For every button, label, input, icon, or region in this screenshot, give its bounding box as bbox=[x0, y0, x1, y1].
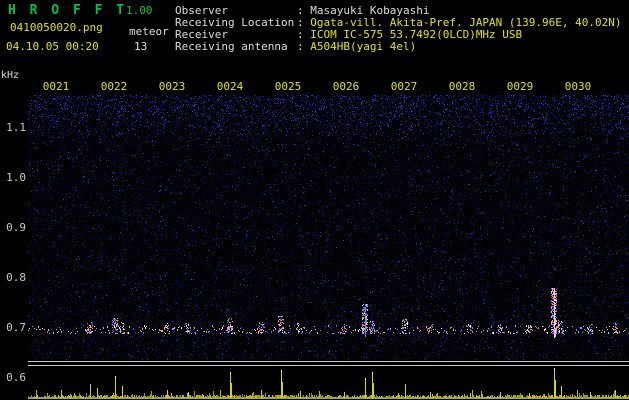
time-tick-label: 0021 bbox=[42, 80, 70, 93]
separator-line-top bbox=[28, 361, 629, 362]
echo-count: 13 bbox=[134, 40, 148, 53]
output-filename: 0410050020.png bbox=[10, 21, 103, 34]
time-tick-label: 0030 bbox=[564, 80, 592, 93]
freq-tick-label: 0.7 bbox=[6, 321, 26, 334]
separator-line-bottom bbox=[28, 365, 629, 366]
time-tick-label: 0024 bbox=[216, 80, 244, 93]
freq-tick-label: 1.0 bbox=[6, 171, 26, 184]
time-tick-label: 0023 bbox=[158, 80, 186, 93]
time-tick-label: 0027 bbox=[390, 80, 418, 93]
freq-tick-label: 0.6 bbox=[6, 371, 26, 384]
time-tick-label: 0029 bbox=[506, 80, 534, 93]
time-tick-label: 0028 bbox=[448, 80, 476, 93]
spectrogram-plot bbox=[28, 95, 629, 360]
freq-tick-label: 0.9 bbox=[6, 221, 26, 234]
mode-label: meteor bbox=[129, 25, 169, 38]
time-tick-label: 0022 bbox=[100, 80, 128, 93]
freq-axis-unit: kHz bbox=[1, 70, 20, 81]
datetime-label: 04.10.05 00:20 bbox=[6, 40, 99, 53]
hrofft-output-window: H R O F F T 1.00 0410050020.png meteor 0… bbox=[0, 0, 629, 400]
station-info-row: Receiving antenna: A504HB(yagi 4el) bbox=[175, 40, 417, 53]
baseline-line bbox=[28, 398, 629, 399]
freq-tick-label: 0.8 bbox=[6, 271, 26, 284]
time-tick-label: 0025 bbox=[274, 80, 302, 93]
signal-level-plot bbox=[28, 368, 629, 398]
station-info: Observer: Masayuki Kobayashi Receiving Lo… bbox=[175, 5, 622, 53]
time-tick-label: 0026 bbox=[332, 80, 360, 93]
app-title: H R O F F T bbox=[8, 3, 128, 18]
app-version: 1.00 bbox=[126, 4, 153, 17]
freq-tick-label: 1.1 bbox=[6, 121, 26, 134]
